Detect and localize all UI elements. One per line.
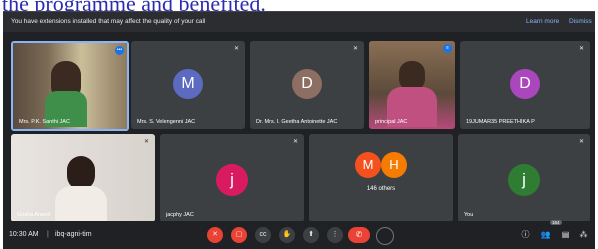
raise-hand-button[interactable]: ✋ (279, 227, 295, 243)
mic-off-icon: ✕ (292, 139, 299, 145)
learn-more-link[interactable]: Learn more (526, 18, 559, 25)
mic-off-icon: ✕ (578, 46, 585, 52)
mic-off-icon: ✕ (578, 139, 585, 145)
dismiss-link[interactable]: Dismiss (569, 18, 592, 25)
leave-call-button[interactable]: ✆ (348, 227, 370, 243)
mic-toggle-button[interactable]: ✕ (207, 227, 223, 243)
info-icon[interactable]: ⓘ (520, 229, 531, 240)
participant-tile[interactable]: ✕ j You (458, 134, 590, 222)
participant-tile[interactable]: ✕ M Mrs. S. Velengenni JAC (131, 41, 245, 129)
participant-tile[interactable]: M H 146 others (309, 134, 453, 222)
participant-avatar: j (508, 164, 540, 196)
chat-icon[interactable]: ▤ (560, 229, 571, 240)
participant-avatar: D (292, 69, 322, 99)
participant-tile[interactable]: ≡ principal JAC (369, 41, 455, 129)
participant-name: You (464, 212, 474, 218)
person-silhouette (67, 156, 95, 190)
control-bar: 10:30 AM | ibq-agni-tim ✕ ▢ cc ✋ ⬆ ⋮ ✆ ⓘ… (3, 220, 595, 249)
meeting-code: ibq-agni-tim (55, 231, 92, 238)
separator: | (47, 231, 49, 238)
participant-name: Mrs. S. Velengenni JAC (137, 119, 196, 125)
participant-name: 19JUMAR35 PREETHIKA P (466, 119, 535, 125)
activities-icon[interactable]: ⁂ (578, 229, 589, 240)
present-button[interactable]: ⬆ (303, 227, 319, 243)
participant-count-badge: 164 (550, 220, 562, 225)
others-count: 146 others (366, 186, 396, 192)
participant-tile[interactable]: ✕ D Dr. Mrs. I. Geetha Antoinette JAC (250, 41, 364, 129)
participant-name: Grisha Anand (17, 212, 51, 218)
mic-off-icon: ✕ (143, 139, 150, 145)
mic-off-icon: ✕ (352, 46, 359, 52)
participant-avatar: M (173, 69, 203, 99)
participant-avatar: j (216, 164, 248, 196)
participant-name: jacphy JAC (166, 212, 194, 218)
mic-off-icon: ✕ (233, 46, 240, 52)
speaking-icon: ≡ (443, 44, 452, 53)
banner-message: You have extensions installed that may a… (11, 18, 206, 25)
participant-avatar: M (355, 152, 381, 178)
participant-tile[interactable]: ✕ D 19JUMAR35 PREETHIKA P (460, 41, 590, 129)
meeting-time: 10:30 AM (9, 231, 39, 238)
more-options-button[interactable]: ⋮ (327, 227, 343, 243)
captions-button[interactable]: cc (255, 227, 271, 243)
participant-name: Dr. Mrs. I. Geetha Antoinette JAC (256, 119, 338, 125)
participant-avatar: D (510, 69, 540, 99)
extra-button[interactable] (376, 227, 394, 245)
participant-name: principal JAC (375, 119, 408, 125)
people-icon[interactable]: 👥 (540, 229, 551, 240)
more-options-icon[interactable]: ••• (115, 46, 124, 55)
extensions-banner: You have extensions installed that may a… (3, 12, 595, 32)
participant-tile[interactable]: ••• Mrs. P.K. Santhi JAC (11, 41, 129, 131)
participant-tile[interactable]: ✕ Grisha Anand (11, 134, 155, 222)
camera-toggle-button[interactable]: ▢ (231, 227, 247, 243)
participant-avatar: H (381, 152, 407, 178)
meet-window: You have extensions installed that may a… (3, 11, 595, 249)
participant-name: Mrs. P.K. Santhi JAC (19, 119, 70, 125)
participant-tile[interactable]: ✕ j jacphy JAC (160, 134, 304, 222)
person-clothing (55, 186, 107, 222)
